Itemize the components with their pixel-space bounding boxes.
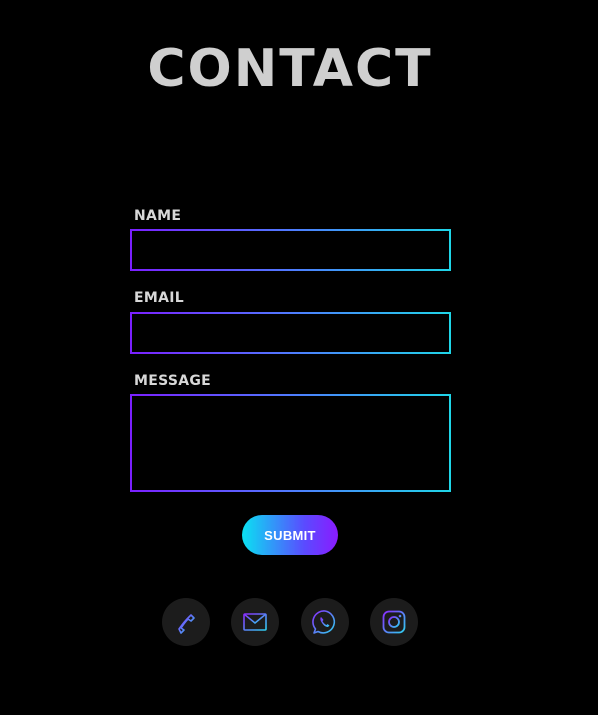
phone-icon [171,607,201,637]
email-label: EMAIL [134,290,184,306]
whatsapp-icon [310,607,340,637]
message-textarea[interactable] [130,394,451,492]
name-label: NAME [134,208,182,224]
page-title: CONTACT [147,39,433,99]
whatsapp-link[interactable] [301,598,349,646]
email-input[interactable] [130,312,451,354]
email-icon [240,607,270,637]
instagram-icon [379,607,409,637]
instagram-link[interactable] [370,598,418,646]
name-input[interactable] [130,229,451,271]
submit-button[interactable]: SUBMIT [242,515,338,555]
message-label: MESSAGE [134,373,212,389]
email-link[interactable] [231,598,279,646]
phone-link[interactable] [162,598,210,646]
